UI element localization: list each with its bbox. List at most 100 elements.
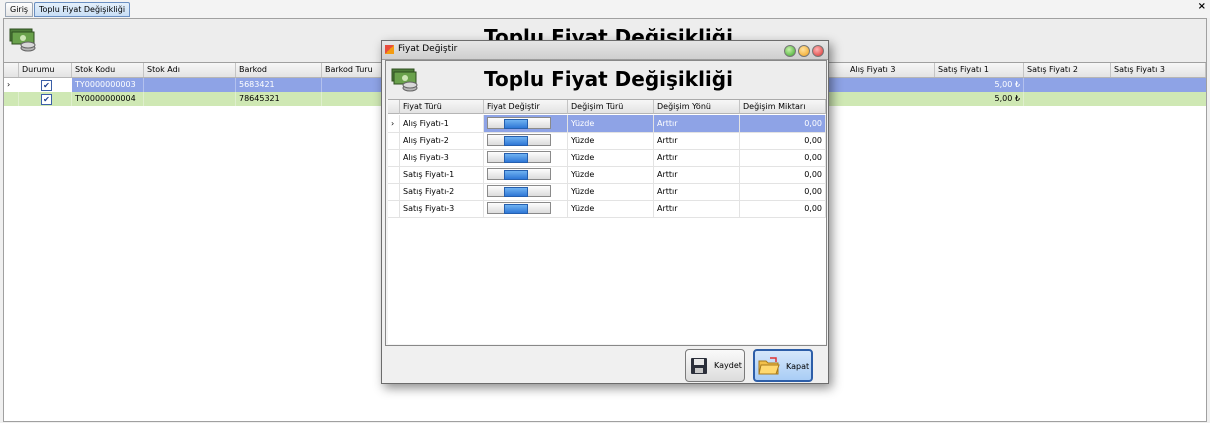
close-button-label: Kapat xyxy=(786,362,810,371)
degisim-miktari-cell[interactable]: 0,00 xyxy=(740,183,826,200)
stok-adi-cell xyxy=(144,78,236,92)
degisim-miktari-cell[interactable]: 0,00 xyxy=(740,149,826,166)
degisim-yonu-cell[interactable]: Arttır xyxy=(654,149,740,166)
row-indicator xyxy=(388,183,400,200)
dialog-header: Toplu Fiyat Değişikliği xyxy=(386,61,826,99)
col-stok-adi[interactable]: Stok Adı xyxy=(144,63,236,77)
degisim-miktari-cell[interactable]: 0,00 xyxy=(740,166,826,183)
dialog-title: Fiyat Değiştir xyxy=(398,44,458,54)
fiyat-turu-cell: Alış Fiyatı-1 xyxy=(400,115,484,132)
fiyat-turu-cell: Satış Fiyatı-2 xyxy=(400,183,484,200)
dialog-footer: Kaydet Kapat xyxy=(385,345,825,382)
maximize-icon[interactable] xyxy=(798,45,810,57)
toggle-switch[interactable] xyxy=(487,134,551,146)
floppy-disk-icon xyxy=(691,358,707,374)
table-row[interactable]: Satış Fiyatı-2 Yüzde Arttır 0,00 xyxy=(388,183,826,201)
barkod-cell: 5683421 xyxy=(236,78,322,92)
col-alis-fiyati-3[interactable]: Alış Fiyatı 3 xyxy=(847,63,935,77)
degisim-miktari-cell[interactable]: 0,00 xyxy=(740,115,826,132)
tab-strip: Giriş Toplu Fiyat Değişikliği × xyxy=(0,0,1210,18)
close-button[interactable]: Kapat xyxy=(753,349,813,382)
col-durumu[interactable]: Durumu xyxy=(19,63,72,77)
col-satis-fiyati-1[interactable]: Satış Fiyatı 1 xyxy=(935,63,1024,77)
fiyat-degistir-cell[interactable] xyxy=(484,149,568,166)
barkod-cell: 78645321 xyxy=(236,92,322,106)
degisim-turu-cell[interactable]: Yüzde xyxy=(568,200,654,217)
row-indicator-header xyxy=(388,100,400,114)
row-indicator xyxy=(4,92,19,106)
toggle-switch[interactable] xyxy=(487,202,551,214)
stok-kodu-cell: TY0000000003 xyxy=(72,78,144,92)
toggle-switch[interactable] xyxy=(487,117,551,129)
money-stack-icon xyxy=(391,68,418,92)
col-barkod-turu[interactable]: Barkod Turu xyxy=(322,63,382,77)
folder-exit-icon xyxy=(758,357,780,375)
table-row[interactable]: Satış Fiyatı-3 Yüzde Arttır 0,00 xyxy=(388,200,826,218)
degisim-yonu-cell[interactable]: Arttır xyxy=(654,132,740,149)
col-degisim-turu[interactable]: Değişim Türü xyxy=(568,100,654,114)
checkbox-checked-icon[interactable]: ✔ xyxy=(41,80,52,91)
table-row[interactable]: Alış Fiyatı-3 Yüzde Arttır 0,00 xyxy=(388,149,826,167)
degisim-yonu-cell[interactable]: Arttır xyxy=(654,166,740,183)
stok-kodu-cell: TY0000000004 xyxy=(72,92,144,106)
fiyat-degistir-cell[interactable] xyxy=(484,115,568,132)
dialog-heading: Toplu Fiyat Değişikliği xyxy=(484,67,733,91)
durumu-cell[interactable]: ✔ xyxy=(19,92,72,106)
row-indicator xyxy=(388,149,400,166)
close-icon[interactable]: × xyxy=(1198,1,1206,12)
degisim-yonu-cell[interactable]: Arttır xyxy=(654,200,740,217)
save-button[interactable]: Kaydet xyxy=(685,349,745,382)
degisim-yonu-cell[interactable]: Arttır xyxy=(654,183,740,200)
fiyat-degistir-dialog: Fiyat Değiştir Toplu Fiyat Değişikliği F… xyxy=(381,40,829,384)
row-indicator xyxy=(388,166,400,183)
degisim-turu-cell[interactable]: Yüzde xyxy=(568,149,654,166)
dialog-body: Toplu Fiyat Değişikliği Fiyat Türü Fiyat… xyxy=(385,60,827,346)
satis-fiyati-1-cell: 5,00 ₺ xyxy=(935,92,1024,106)
toggle-switch[interactable] xyxy=(487,185,551,197)
durumu-cell[interactable]: ✔ xyxy=(19,78,72,92)
table-row[interactable]: Alış Fiyatı-2 Yüzde Arttır 0,00 xyxy=(388,132,826,150)
fiyat-degistir-cell[interactable] xyxy=(484,166,568,183)
fiyat-turu-cell: Satış Fiyatı-1 xyxy=(400,166,484,183)
col-satis-fiyati-3[interactable]: Satış Fiyatı 3 xyxy=(1111,63,1206,77)
col-degisim-miktari[interactable]: Değişim Miktarı xyxy=(740,100,826,114)
close-icon[interactable] xyxy=(812,45,824,57)
degisim-turu-cell[interactable]: Yüzde xyxy=(568,115,654,132)
satis-fiyati-1-cell: 5,00 ₺ xyxy=(935,78,1024,92)
save-button-label: Kaydet xyxy=(714,361,742,370)
table-row[interactable]: › Alış Fiyatı-1 Yüzde Arttır 0,00 xyxy=(388,115,826,133)
degisim-miktari-cell[interactable]: 0,00 xyxy=(740,132,826,149)
dialog-titlebar[interactable]: Fiyat Değiştir xyxy=(382,41,828,60)
row-indicator xyxy=(388,200,400,217)
degisim-miktari-cell[interactable]: 0,00 xyxy=(740,200,826,217)
price-change-grid: Fiyat Türü Fiyat Değiştir Değişim Türü D… xyxy=(388,99,826,344)
minimize-icon[interactable] xyxy=(784,45,796,57)
fiyat-degistir-cell[interactable] xyxy=(484,132,568,149)
tab-toplu-fiyat[interactable]: Toplu Fiyat Değişikliği xyxy=(34,2,131,17)
fiyat-degistir-cell[interactable] xyxy=(484,183,568,200)
col-barkod[interactable]: Barkod xyxy=(236,63,322,77)
degisim-yonu-cell[interactable]: Arttır xyxy=(654,115,740,132)
table-row[interactable]: Satış Fiyatı-1 Yüzde Arttır 0,00 xyxy=(388,166,826,184)
col-fiyat-degistir[interactable]: Fiyat Değiştir xyxy=(484,100,568,114)
fiyat-degistir-cell[interactable] xyxy=(484,200,568,217)
row-indicator xyxy=(388,132,400,149)
fiyat-turu-cell: Alış Fiyatı-2 xyxy=(400,132,484,149)
checkbox-checked-icon[interactable]: ✔ xyxy=(41,94,52,105)
toggle-switch[interactable] xyxy=(487,151,551,163)
stok-adi-cell xyxy=(144,92,236,106)
money-stack-icon xyxy=(9,28,36,52)
fiyat-turu-cell: Satış Fiyatı-3 xyxy=(400,200,484,217)
col-satis-fiyati-2[interactable]: Satış Fiyatı 2 xyxy=(1024,63,1111,77)
tab-giris[interactable]: Giriş xyxy=(5,2,34,17)
col-stok-kodu[interactable]: Stok Kodu xyxy=(72,63,144,77)
row-indicator-header xyxy=(4,63,19,77)
app-icon xyxy=(385,45,394,54)
degisim-turu-cell[interactable]: Yüzde xyxy=(568,132,654,149)
degisim-turu-cell[interactable]: Yüzde xyxy=(568,166,654,183)
degisim-turu-cell[interactable]: Yüzde xyxy=(568,183,654,200)
col-degisim-yonu[interactable]: Değişim Yönü xyxy=(654,100,740,114)
row-pointer-icon: › xyxy=(4,78,19,92)
toggle-switch[interactable] xyxy=(487,168,551,180)
col-fiyat-turu[interactable]: Fiyat Türü xyxy=(400,100,484,114)
